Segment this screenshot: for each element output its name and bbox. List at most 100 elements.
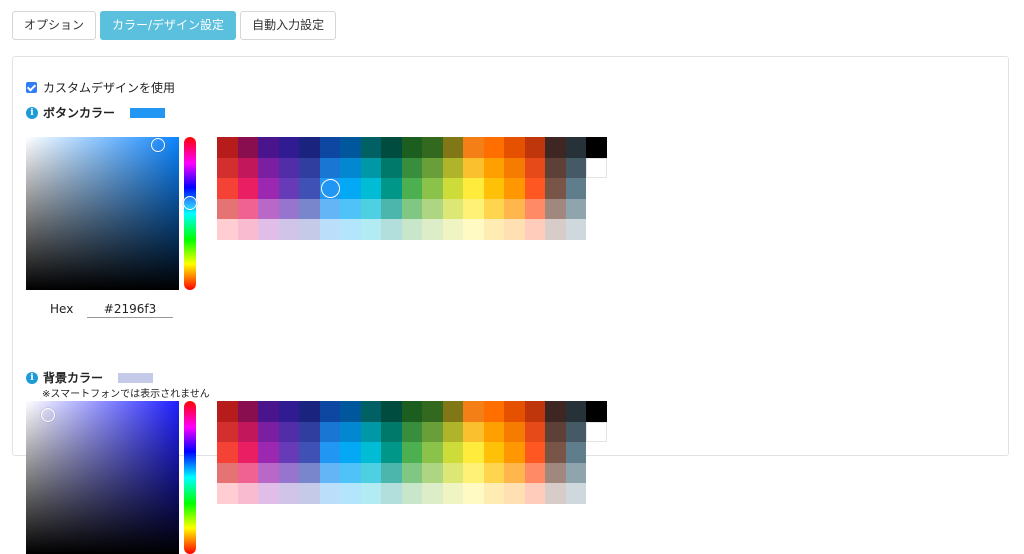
palette-swatch[interactable] — [422, 219, 443, 240]
palette-swatch[interactable] — [278, 198, 299, 219]
palette-swatch[interactable] — [442, 157, 463, 178]
palette-swatch[interactable] — [217, 198, 238, 219]
palette-swatch[interactable] — [237, 483, 258, 504]
palette-swatch[interactable] — [401, 178, 422, 199]
palette-swatch[interactable] — [545, 137, 566, 158]
palette-swatch[interactable] — [237, 421, 258, 442]
palette-swatch[interactable] — [483, 442, 504, 463]
palette-swatch[interactable] — [401, 198, 422, 219]
palette-swatch[interactable] — [340, 401, 361, 422]
tab-options[interactable]: オプション — [12, 11, 97, 40]
palette-swatch[interactable] — [360, 219, 381, 240]
palette-swatch[interactable] — [545, 198, 566, 219]
palette-swatch[interactable] — [258, 442, 279, 463]
palette-swatch[interactable] — [565, 442, 586, 463]
palette-swatch[interactable] — [504, 219, 525, 240]
palette-swatch[interactable] — [258, 462, 279, 483]
palette-swatch[interactable] — [463, 198, 484, 219]
palette-swatch[interactable] — [319, 198, 340, 219]
palette-swatch[interactable] — [381, 137, 402, 158]
palette-swatch[interactable] — [401, 137, 422, 158]
palette-swatch[interactable] — [524, 137, 545, 158]
palette-swatch[interactable] — [319, 483, 340, 504]
palette-swatch[interactable] — [319, 178, 340, 199]
palette-swatch[interactable] — [360, 483, 381, 504]
palette-swatch[interactable] — [360, 401, 381, 422]
palette-swatch[interactable] — [381, 462, 402, 483]
palette-swatch[interactable] — [565, 483, 586, 504]
palette-swatch[interactable] — [422, 462, 443, 483]
palette-swatch[interactable] — [381, 483, 402, 504]
palette-swatch[interactable] — [237, 401, 258, 422]
palette-swatch[interactable] — [524, 219, 545, 240]
palette-swatch[interactable] — [565, 178, 586, 199]
palette-swatch[interactable] — [319, 401, 340, 422]
palette-swatch[interactable] — [217, 401, 238, 422]
palette-swatch[interactable] — [360, 421, 381, 442]
palette-swatch[interactable] — [545, 442, 566, 463]
palette-swatch[interactable] — [381, 219, 402, 240]
palette-swatch[interactable] — [545, 483, 566, 504]
palette-swatch[interactable] — [299, 219, 320, 240]
palette-swatch[interactable] — [299, 421, 320, 442]
palette-swatch[interactable] — [360, 157, 381, 178]
palette-swatch[interactable] — [340, 178, 361, 199]
palette-swatch[interactable] — [258, 483, 279, 504]
palette-swatch[interactable] — [422, 178, 443, 199]
palette-swatch[interactable] — [524, 157, 545, 178]
palette-swatch[interactable] — [401, 462, 422, 483]
palette-swatch[interactable] — [504, 462, 525, 483]
background-color-hue-slider[interactable] — [184, 401, 196, 554]
button-color-hue-slider[interactable] — [183, 137, 197, 290]
palette-swatch[interactable] — [483, 219, 504, 240]
palette-swatch[interactable] — [504, 421, 525, 442]
palette-swatch[interactable] — [258, 137, 279, 158]
palette-swatch[interactable] — [299, 462, 320, 483]
palette-swatch[interactable] — [565, 198, 586, 219]
palette-swatch[interactable] — [442, 442, 463, 463]
palette-swatch[interactable] — [360, 442, 381, 463]
palette-swatch[interactable] — [442, 178, 463, 199]
palette-swatch[interactable] — [442, 462, 463, 483]
palette-swatch[interactable] — [463, 462, 484, 483]
palette-swatch[interactable] — [565, 137, 586, 158]
palette-swatch[interactable] — [401, 421, 422, 442]
palette-swatch[interactable] — [381, 421, 402, 442]
palette-swatch[interactable] — [586, 421, 607, 442]
palette-swatch[interactable] — [545, 219, 566, 240]
palette-swatch[interactable] — [463, 137, 484, 158]
palette-swatch[interactable] — [381, 442, 402, 463]
palette-swatch[interactable] — [524, 442, 545, 463]
palette-swatch[interactable] — [442, 401, 463, 422]
background-color-saturation-picker[interactable] — [26, 401, 179, 554]
palette-swatch[interactable] — [545, 421, 566, 442]
palette-swatch[interactable] — [217, 421, 238, 442]
palette-swatch[interactable] — [319, 442, 340, 463]
palette-swatch[interactable] — [483, 198, 504, 219]
palette-swatch[interactable] — [504, 401, 525, 422]
palette-swatch[interactable] — [237, 178, 258, 199]
palette-swatch[interactable] — [401, 442, 422, 463]
palette-swatch[interactable] — [340, 157, 361, 178]
palette-swatch[interactable] — [237, 442, 258, 463]
palette-swatch[interactable] — [299, 178, 320, 199]
palette-swatch[interactable] — [483, 157, 504, 178]
palette-swatch[interactable] — [319, 137, 340, 158]
palette-swatch[interactable] — [217, 462, 238, 483]
palette-swatch[interactable] — [278, 401, 299, 422]
saturation-cursor[interactable] — [151, 138, 165, 152]
palette-swatch[interactable] — [237, 198, 258, 219]
palette-swatch[interactable] — [483, 483, 504, 504]
palette-swatch[interactable] — [237, 137, 258, 158]
custom-design-checkbox[interactable] — [26, 81, 37, 93]
palette-swatch[interactable] — [504, 137, 525, 158]
palette-swatch[interactable] — [258, 157, 279, 178]
palette-swatch[interactable] — [422, 157, 443, 178]
palette-swatch[interactable] — [401, 157, 422, 178]
palette-swatch[interactable] — [586, 157, 607, 178]
palette-swatch[interactable] — [299, 401, 320, 422]
palette-swatch[interactable] — [422, 137, 443, 158]
palette-swatch[interactable] — [237, 219, 258, 240]
palette-swatch[interactable] — [217, 178, 238, 199]
palette-swatch[interactable] — [463, 219, 484, 240]
